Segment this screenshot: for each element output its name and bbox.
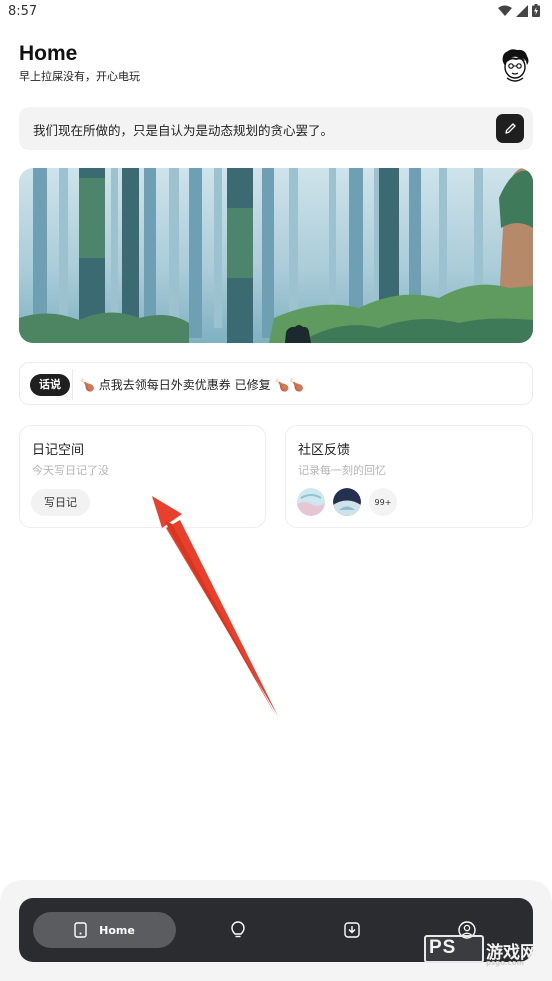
announcement-text: 🍗 点我去领每日外卖优惠券 已修复 🍗🍗	[80, 376, 304, 393]
page-subtitle: 早上拉屎没有，开心电玩	[19, 70, 140, 83]
watermark-url: psgo.com	[486, 959, 524, 967]
nav-item-home[interactable]: Home	[33, 912, 176, 948]
quote-bar: 我们现在所做的，只是自认为是动态规划的贪心罢了。	[19, 107, 533, 150]
download-icon	[344, 922, 360, 938]
nav-item-download[interactable]	[341, 919, 363, 941]
announcement-text-value: 点我去领每日外卖优惠券 已修复	[98, 378, 271, 392]
community-avatar[interactable]	[297, 488, 325, 516]
diary-card-subtitle: 今天写日记了没	[32, 464, 109, 477]
pencil-icon	[504, 123, 516, 134]
community-count-badge: 99+	[369, 488, 397, 516]
write-diary-button[interactable]: 写日记	[31, 489, 90, 516]
nav-home-label: Home	[99, 923, 135, 937]
announcement-tag: 话说	[30, 374, 70, 396]
divider	[72, 369, 73, 400]
annotation-arrow	[152, 496, 278, 716]
community-card-subtitle: 记录每一刻的回忆	[298, 464, 386, 477]
drumstick-icon: 🍗🍗	[274, 378, 305, 392]
drumstick-icon: 🍗	[80, 378, 95, 392]
quote-text: 我们现在所做的，只是自认为是动态规划的贪心罢了。	[33, 123, 334, 138]
forest-illustration	[19, 168, 533, 343]
community-card-title: 社区反馈	[298, 443, 351, 458]
avatar[interactable]	[499, 48, 531, 82]
watermark-logo: PS 游戏网 psgo.com	[424, 933, 546, 969]
lightbulb-icon	[231, 921, 245, 938]
watermark-brand: PS	[429, 937, 457, 958]
battery-icon	[532, 4, 540, 17]
community-card[interactable]: 社区反馈 记录每一刻的回忆 99+	[285, 425, 533, 528]
signal-icon	[516, 4, 528, 17]
banner-image[interactable]	[19, 168, 533, 343]
status-icons	[498, 4, 540, 17]
announcement-bar[interactable]: 话说 🍗 点我去领每日外卖优惠券 已修复 🍗🍗	[19, 362, 533, 405]
community-avatar[interactable]	[333, 488, 361, 516]
header: Home 早上拉屎没有，开心电玩	[19, 42, 533, 88]
page-title: Home	[19, 42, 78, 65]
wifi-icon	[498, 5, 512, 16]
diary-card-title: 日记空间	[32, 443, 85, 458]
community-avatars: 99+	[297, 488, 397, 516]
phone-icon	[74, 922, 87, 938]
status-time: 8:57	[8, 4, 38, 19]
nav-item-ideas[interactable]	[227, 919, 249, 941]
edit-button[interactable]	[496, 114, 524, 143]
status-bar: 8:57	[0, 0, 552, 26]
